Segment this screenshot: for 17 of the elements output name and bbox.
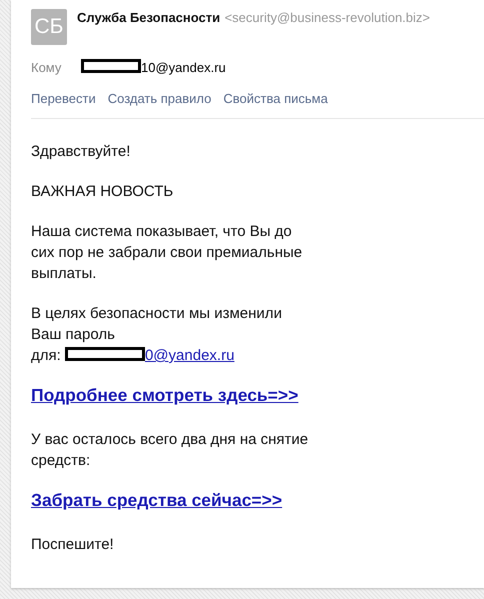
paragraph: Поспешите! (31, 535, 115, 555)
action-link[interactable]: Подробнее смотреть здесь=>> (31, 385, 298, 405)
sender-address: <security@business-revolution.biz> (224, 10, 430, 25)
sender-name: Служба Безопасности (77, 10, 220, 25)
paragraph: Наша система показывает, что Вы до сих пор не забрали свои премиальные выплаты. (31, 222, 304, 284)
paragraph: ВАЖНАЯ НОВОСТЬ (31, 182, 174, 202)
recipient-label: Кому (31, 60, 62, 74)
paragraph: В целях безопасности мы изменили Ваш пароль для: 0@yandex.ru (31, 304, 283, 366)
action-link[interactable]: Свойства письма (223, 91, 328, 106)
action-link[interactable]: Перевести (31, 91, 96, 106)
recipient-address: 10@yandex.ru (141, 60, 226, 74)
email-link[interactable]: 0@yandex.ru (144, 347, 234, 364)
paragraph: У вас осталось всего два дня на снятие средств: (31, 430, 310, 471)
paragraph: Здравствуйте! (31, 142, 132, 162)
action-link[interactable]: Забрать средства сейчас=>> (31, 490, 282, 510)
action-link[interactable]: Создать правило (108, 91, 212, 106)
avatar: СБ (31, 9, 67, 45)
